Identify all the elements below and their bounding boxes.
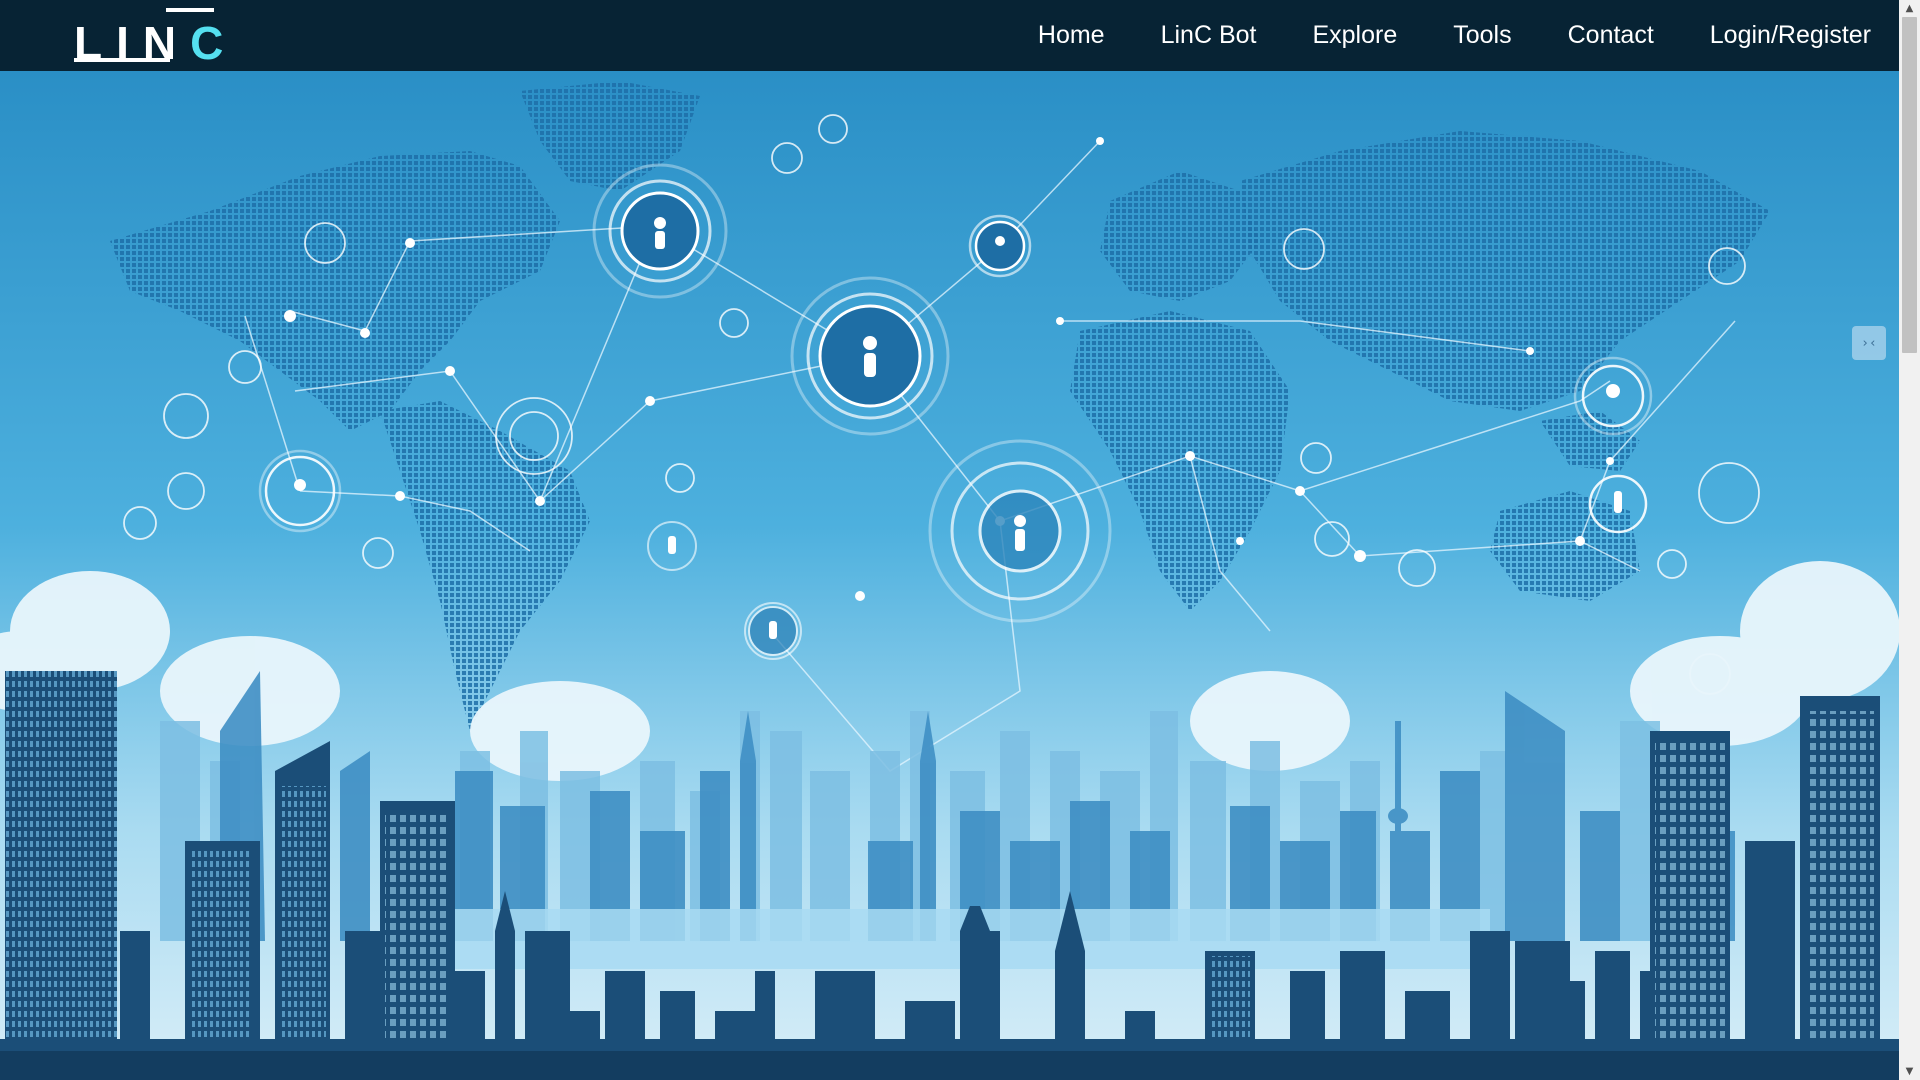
hero-banner <box>0 71 1899 1080</box>
nav-linc-bot-link[interactable]: LinC Bot <box>1161 21 1257 50</box>
user-marker-small-1 <box>744 602 802 660</box>
top-navbar: LINC Home LinC Bot Explore Tools Contact… <box>0 0 1899 71</box>
nav-explore-link[interactable]: Explore <box>1312 21 1397 50</box>
side-panel-toggle-button[interactable]: ›‹ <box>1852 326 1886 360</box>
main-nav: Home LinC Bot Explore Tools Contact Logi… <box>982 0 1871 71</box>
nav-home-link[interactable]: Home <box>1038 21 1105 50</box>
code-collapse-icon: ›‹ <box>1861 335 1877 351</box>
ground <box>0 1051 1899 1080</box>
nav-contact-link[interactable]: Contact <box>1568 21 1654 50</box>
logo-accent-bar-bottom <box>74 58 170 62</box>
page-scrollbar[interactable]: ▲ ▼ <box>1899 0 1920 1080</box>
hero-illustration <box>0 71 1899 1080</box>
nav-login-register-link[interactable]: Login/Register <box>1710 21 1871 50</box>
user-marker-medium <box>968 214 1032 278</box>
logo-accent-bar-top <box>166 8 214 12</box>
linc-logo[interactable]: LINC <box>74 8 223 66</box>
nav-tools-link[interactable]: Tools <box>1453 21 1511 50</box>
scrollbar-thumb[interactable] <box>1902 17 1917 353</box>
scroll-up-arrow-icon[interactable]: ▲ <box>1899 0 1920 17</box>
scroll-down-arrow-icon[interactable]: ▼ <box>1899 1063 1920 1080</box>
